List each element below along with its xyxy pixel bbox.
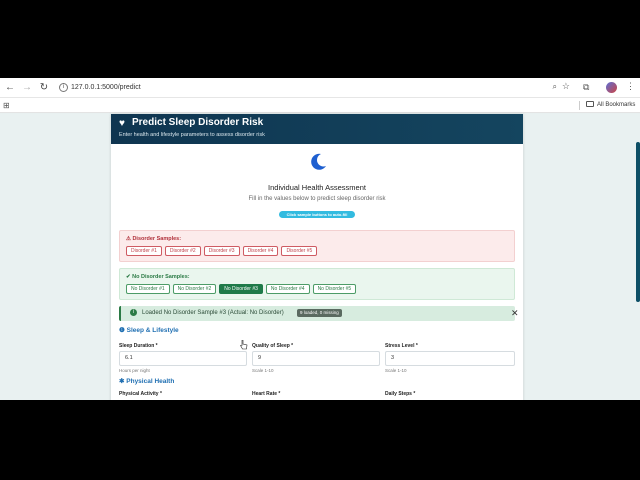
no-disorder-sample-button[interactable]: No Disorder #5 [312, 284, 357, 294]
folder-icon[interactable] [586, 101, 594, 107]
disorder-samples-panel: ⚠ Disorder Samples: Disorder #1 Disorder… [119, 230, 515, 262]
physical-health-heading: ✱ Physical Health [119, 377, 174, 386]
activity-icon: ✱ [119, 378, 125, 385]
apps-icon[interactable]: ⊞ [3, 101, 10, 110]
back-icon[interactable]: ← [3, 81, 17, 95]
cursor-icon [240, 340, 248, 350]
moon-icon [311, 153, 326, 170]
divider [579, 101, 580, 110]
bookmarks-bar: ⊞ All Bookmarks [0, 98, 640, 113]
disorder-sample-button[interactable]: Disorder #1 [126, 246, 162, 256]
all-bookmarks-link[interactable]: All Bookmarks [597, 100, 635, 110]
assessment-title: Individual Health Assessment [268, 183, 366, 192]
sleep-lifestyle-heading: ❶ Sleep & Lifestyle [119, 326, 179, 335]
reload-icon[interactable]: ↻ [37, 81, 51, 95]
forward-icon[interactable]: → [20, 81, 34, 95]
prediction-card: ♥ Predict Sleep Disorder Risk Enter heal… [111, 114, 523, 400]
card-header: ♥ Predict Sleep Disorder Risk Enter heal… [111, 114, 523, 144]
no-disorder-sample-button[interactable]: No Disorder #2 [172, 284, 217, 294]
physical-health-label: Physical Health [126, 378, 175, 385]
disorder-sample-buttons: Disorder #1 Disorder #2 Disorder #3 Diso… [126, 246, 318, 256]
heart-pulse-icon: ♥ [119, 118, 125, 129]
sleep-lifestyle-label: Sleep & Lifestyle [126, 327, 179, 334]
stress-level-label: Stress Level * [385, 343, 418, 349]
disorder-sample-button[interactable]: Disorder #5 [281, 246, 318, 256]
avatar[interactable] [606, 82, 617, 93]
page-subtitle: Enter health and lifestyle parameters to… [119, 132, 265, 138]
stress-level-hint: Scale 1-10 [385, 368, 407, 373]
scrollbar[interactable] [636, 142, 640, 302]
browser-toolbar: ← → ↻ i 127.0.0.1:5000/predict ⌕ ☆ ⧉ ⋮ [0, 78, 640, 98]
zoom-icon[interactable]: ⌕ [553, 82, 557, 92]
assessment-subtitle: Fill in the values below to predict slee… [248, 196, 386, 202]
disorder-sample-button[interactable]: Disorder #4 [242, 246, 279, 256]
no-disorder-sample-button-active[interactable]: No Disorder #3 [219, 284, 263, 294]
sleep-duration-input[interactable]: 6.1 [119, 351, 247, 366]
browser-window: ← → ↻ i 127.0.0.1:5000/predict ⌕ ☆ ⧉ ⋮ ⊞… [0, 78, 640, 400]
status-badge: 9 loaded, 0 missing [297, 309, 342, 317]
address-bar[interactable]: i 127.0.0.1:5000/predict ⌕ ☆ [55, 81, 571, 95]
close-icon[interactable]: ✕ [511, 308, 519, 318]
url-text[interactable]: 127.0.0.1:5000/predict [71, 82, 141, 94]
no-disorder-samples-title: ✔ No Disorder Samples: [126, 274, 190, 280]
autofill-hint-badge: Click sample buttons to auto-fill [279, 211, 355, 218]
alert-message: Loaded No Disorder Sample #3 (Actual: No… [142, 310, 284, 316]
extensions-icon[interactable]: ⧉ [583, 82, 589, 93]
no-disorder-sample-button[interactable]: No Disorder #4 [265, 284, 310, 294]
info-icon: i [130, 309, 137, 316]
disorder-samples-title: ⚠ Disorder Samples: [126, 236, 182, 242]
physical-activity-label: Physical Activity * [119, 391, 162, 397]
sample-loaded-alert: i Loaded No Disorder Sample #3 (Actual: … [119, 306, 519, 321]
stress-level-input[interactable]: 3 [385, 351, 515, 366]
menu-icon[interactable]: ⋮ [626, 81, 635, 92]
no-disorder-sample-buttons: No Disorder #1 No Disorder #2 No Disorde… [126, 284, 357, 294]
page-content: ♥ Predict Sleep Disorder Risk Enter heal… [0, 114, 640, 400]
page-title: Predict Sleep Disorder Risk [132, 117, 264, 128]
disorder-sample-button[interactable]: Disorder #3 [203, 246, 240, 256]
disorder-sample-button[interactable]: Disorder #2 [164, 246, 201, 256]
no-disorder-sample-button[interactable]: No Disorder #1 [126, 284, 170, 294]
daily-steps-label: Daily Steps * [385, 391, 416, 397]
heart-rate-label: Heart Rate * [252, 391, 281, 397]
site-info-icon[interactable]: i [59, 83, 68, 92]
sleep-quality-label: Quality of Sleep * [252, 343, 294, 349]
sleep-duration-hint: Hours per night [119, 368, 150, 373]
sleep-quality-hint: Scale 1-10 [252, 368, 274, 373]
sleep-duration-label: Sleep Duration * [119, 343, 158, 349]
star-icon[interactable]: ☆ [562, 81, 570, 92]
sleep-quality-input[interactable]: 9 [252, 351, 380, 366]
no-disorder-samples-panel: ✔ No Disorder Samples: No Disorder #1 No… [119, 268, 515, 300]
sleep-icon: ❶ [119, 327, 125, 334]
